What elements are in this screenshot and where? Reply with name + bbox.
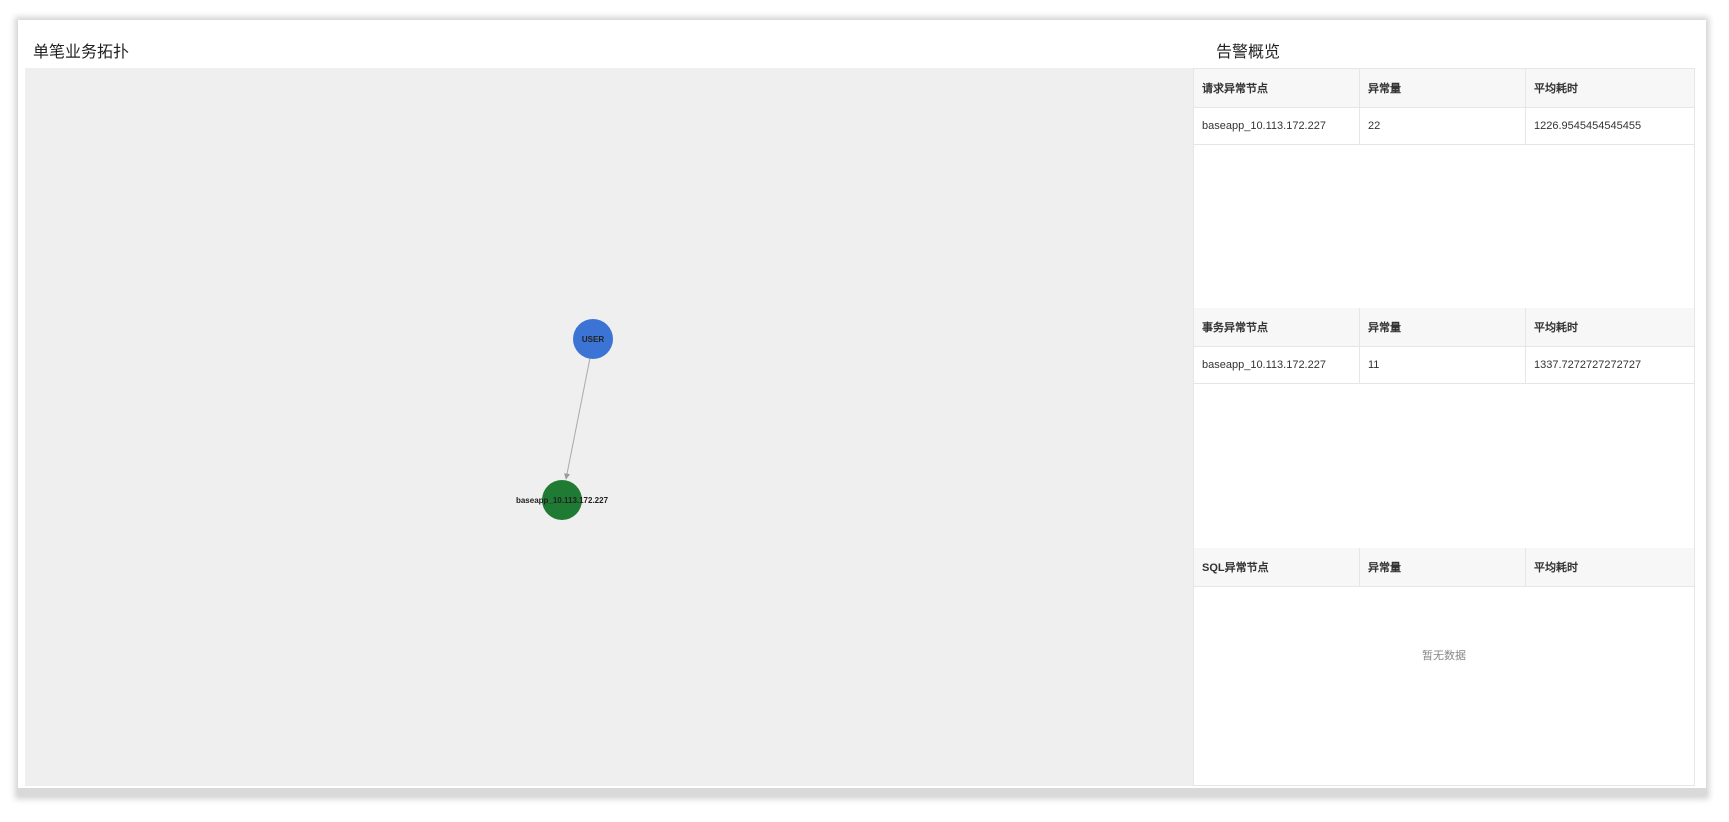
column-header: 异常量 <box>1360 548 1526 586</box>
empty-state-text: 暂无数据 <box>1422 650 1466 662</box>
topology-title: 单笔业务拓扑 <box>33 44 130 61</box>
column-header: 事务异常节点 <box>1194 308 1360 346</box>
topology-edge-user-to-baseapp <box>564 357 591 480</box>
column-header: 平均耗时 <box>1534 562 1578 574</box>
topology-node-baseapp[interactable]: baseapp_10.113.172.227 <box>516 480 609 520</box>
topology-canvas[interactable]: USER baseapp_10.113.172.227 <box>25 68 1193 786</box>
table-header-row: 事务异常节点 异常量 平均耗时 <box>1194 308 1694 347</box>
column-header: 异常量 <box>1360 308 1526 346</box>
topology-graph[interactable]: USER baseapp_10.113.172.227 <box>25 68 1193 786</box>
table-cell: baseapp_10.113.172.227 <box>1194 347 1360 383</box>
transaction-anomaly-table: 事务异常节点 异常量 平均耗时 baseapp_10.113.172.227 1… <box>1194 308 1694 549</box>
column-header: 异常量 <box>1360 69 1526 107</box>
alert-overview-panel: 请求异常节点 异常量 平均耗时 baseapp_10.113.172.227 2… <box>1193 68 1695 786</box>
table-cell: 1337.7272727272727 <box>1534 359 1642 371</box>
table-cell: baseapp_10.113.172.227 <box>1194 108 1360 144</box>
table-cell: 1226.9545454545455 <box>1534 120 1642 132</box>
column-header: 请求异常节点 <box>1194 69 1360 107</box>
request-anomaly-table: 请求异常节点 异常量 平均耗时 baseapp_10.113.172.227 2… <box>1194 69 1694 309</box>
table-cell: 22 <box>1360 108 1526 144</box>
table-row: baseapp_10.113.172.227 11 1337.727272727… <box>1194 347 1694 384</box>
dashboard-frame: 单笔业务拓扑 告警概览 USER baseapp_10.113.172.227 <box>18 20 1706 796</box>
table-header-row: SQL异常节点 异常量 平均耗时 <box>1194 548 1694 587</box>
column-header: 平均耗时 <box>1534 322 1578 334</box>
table-cell: 11 <box>1360 347 1526 383</box>
topology-node-user-label: USER <box>582 335 604 344</box>
column-header: 平均耗时 <box>1534 83 1578 95</box>
topology-node-user[interactable]: USER <box>573 319 613 359</box>
table-header-row: 请求异常节点 异常量 平均耗时 <box>1194 69 1694 108</box>
sql-anomaly-table: SQL异常节点 异常量 平均耗时 暂无数据 <box>1194 548 1694 785</box>
table-row: baseapp_10.113.172.227 22 1226.954545454… <box>1194 108 1694 145</box>
topology-node-baseapp-label: baseapp_10.113.172.227 <box>516 496 609 505</box>
column-header: SQL异常节点 <box>1194 548 1360 586</box>
alert-overview-title: 告警概览 <box>1216 44 1281 61</box>
